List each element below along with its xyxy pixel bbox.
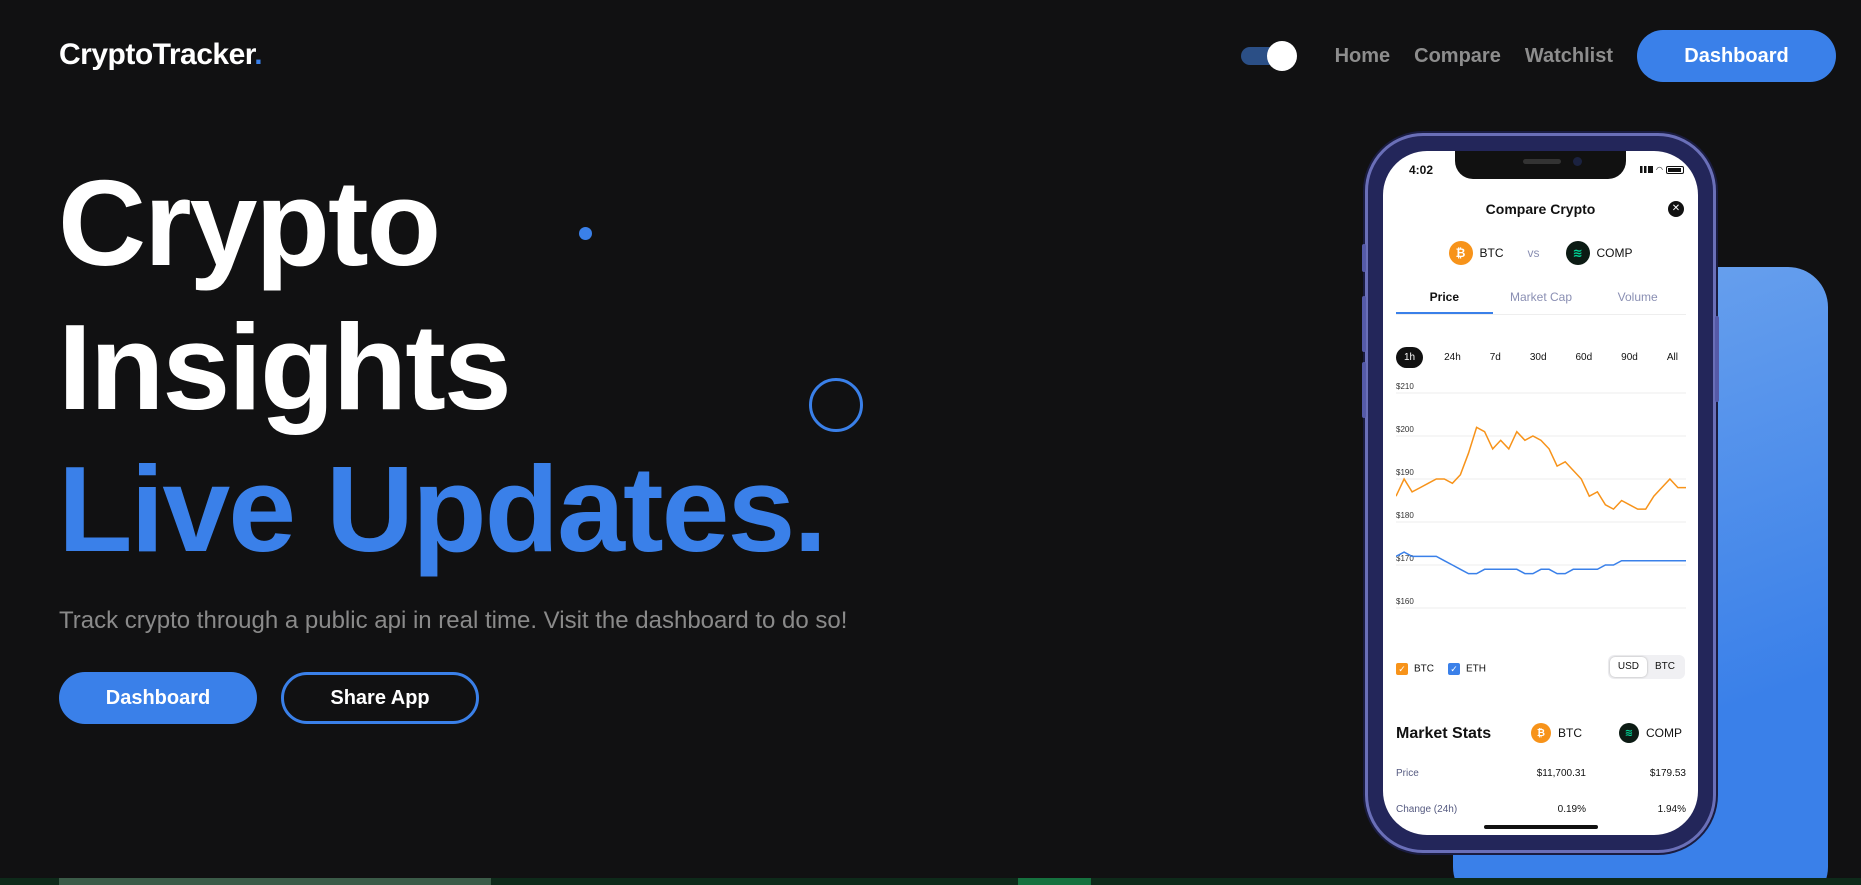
compound-icon: ≋: [1619, 723, 1639, 743]
coin-pair: ₿ BTC vs ≋ COMP: [1383, 241, 1698, 265]
price-chart: $210$200$190$180$170$160: [1396, 383, 1686, 609]
checkbox-checked-icon: ✓: [1448, 663, 1460, 675]
stats-col-btc-label: BTC: [1558, 726, 1582, 740]
close-icon[interactable]: ✕: [1668, 201, 1684, 217]
stats-col-comp: ≋ COMP: [1619, 723, 1682, 743]
range-all[interactable]: All: [1659, 347, 1686, 368]
nav-dashboard-button[interactable]: Dashboard: [1637, 30, 1836, 82]
brand-logo[interactable]: CryptoTracker.: [59, 38, 263, 72]
hero-dashboard-button[interactable]: Dashboard: [59, 672, 257, 724]
tab-market-cap[interactable]: Market Cap: [1493, 283, 1590, 314]
stats-row-change: Change (24h) 0.19% 1.94%: [1396, 804, 1686, 815]
bitcoin-icon: ₿: [1448, 241, 1473, 265]
phone-notch: [1455, 151, 1626, 179]
currency-usd[interactable]: USD: [1609, 657, 1647, 677]
tab-volume[interactable]: Volume: [1589, 283, 1686, 314]
phone-screen: 4:02 ◠ Compare Crypto ✕ ₿ BTC vs ≋ COMP …: [1383, 151, 1698, 835]
range-24h[interactable]: 24h: [1436, 347, 1469, 368]
tab-price[interactable]: Price: [1396, 283, 1493, 314]
camera-icon: [1573, 157, 1582, 166]
phone-side-button: [1362, 244, 1366, 272]
bitcoin-icon: ₿: [1531, 723, 1551, 743]
checkbox-checked-icon: ✓: [1396, 663, 1408, 675]
legend-btc-label: BTC: [1414, 663, 1434, 675]
nav-watchlist-link[interactable]: Watchlist: [1525, 45, 1613, 68]
range-7d[interactable]: 7d: [1482, 347, 1509, 368]
phone-side-button: [1362, 362, 1366, 418]
time-range-selector: 1h 24h 7d 30d 60d 90d All: [1396, 347, 1686, 368]
y-tick-label: $160: [1396, 597, 1414, 606]
share-app-button[interactable]: Share App: [281, 672, 479, 724]
y-tick-label: $200: [1396, 425, 1414, 434]
phone-side-button: [1715, 316, 1719, 402]
hero-heading-line2: Insights: [58, 299, 512, 435]
decorative-ring: [809, 378, 863, 432]
nav-home-link[interactable]: Home: [1335, 45, 1391, 68]
signal-icon: [1640, 166, 1654, 173]
stats-row-value-a: $11,700.31: [1536, 768, 1586, 779]
nav-compare-link[interactable]: Compare: [1414, 45, 1501, 68]
series-line-btc: [1396, 426, 1686, 511]
compare-title: Compare Crypto: [1485, 201, 1596, 217]
currency-btc[interactable]: BTC: [1647, 657, 1683, 677]
stats-row-value-b: 1.94%: [1657, 804, 1686, 815]
hero-heading-line1: Crypto: [58, 155, 441, 291]
coin-b-label[interactable]: COMP: [1597, 246, 1633, 260]
brand-dot: .: [254, 38, 263, 71]
vs-label: vs: [1527, 246, 1540, 260]
top-nav: Home Compare Watchlist Dashboard: [1240, 30, 1836, 82]
y-tick-label: $190: [1396, 468, 1414, 477]
chart-legend: ✓ BTC ✓ ETH: [1396, 663, 1486, 675]
range-60d[interactable]: 60d: [1568, 347, 1601, 368]
y-tick-label: $180: [1396, 511, 1414, 520]
legend-eth[interactable]: ✓ ETH: [1448, 663, 1486, 675]
battery-icon: [1666, 165, 1684, 174]
bottom-strip: [0, 878, 1861, 885]
home-indicator: [1484, 825, 1598, 829]
phone-mockup: 4:02 ◠ Compare Crypto ✕ ₿ BTC vs ≋ COMP …: [1362, 133, 1719, 853]
stats-row-price: Price $11,700.31 $179.53: [1396, 768, 1686, 779]
stats-row-value-b: $179.53: [1649, 768, 1686, 779]
range-30d[interactable]: 30d: [1522, 347, 1555, 368]
coin-a-label[interactable]: BTC: [1480, 246, 1504, 260]
brand-name: CryptoTracker: [59, 38, 255, 71]
compound-icon: ≋: [1565, 241, 1590, 265]
toggle-knob: [1266, 41, 1297, 71]
range-1h[interactable]: 1h: [1396, 347, 1424, 368]
market-stats-title: Market Stats: [1396, 725, 1492, 742]
hero-heading-line3: Live Updates.: [58, 441, 827, 577]
legend-btc[interactable]: ✓ BTC: [1396, 663, 1434, 675]
decorative-dot: [579, 227, 592, 240]
status-time: 4:02: [1409, 163, 1434, 177]
stats-row-value-a: 0.19%: [1557, 804, 1586, 815]
y-tick-label: $210: [1396, 383, 1414, 391]
hero-subtitle: Track crypto through a public api in rea…: [59, 607, 848, 634]
stats-col-comp-label: COMP: [1646, 726, 1682, 740]
legend-eth-label: ETH: [1466, 663, 1486, 675]
series-line-eth: [1396, 551, 1686, 575]
stats-row-label: Price: [1396, 768, 1419, 779]
metric-tabs: Price Market Cap Volume: [1396, 283, 1686, 315]
theme-toggle[interactable]: [1240, 41, 1297, 71]
currency-toggle: USD BTC: [1607, 655, 1685, 679]
status-icons: ◠: [1640, 165, 1684, 174]
range-90d[interactable]: 90d: [1613, 347, 1646, 368]
phone-side-button: [1362, 296, 1366, 352]
stats-row-label: Change (24h): [1396, 804, 1458, 815]
stats-col-btc: ₿ BTC: [1531, 723, 1582, 743]
wifi-icon: ◠: [1656, 165, 1663, 174]
